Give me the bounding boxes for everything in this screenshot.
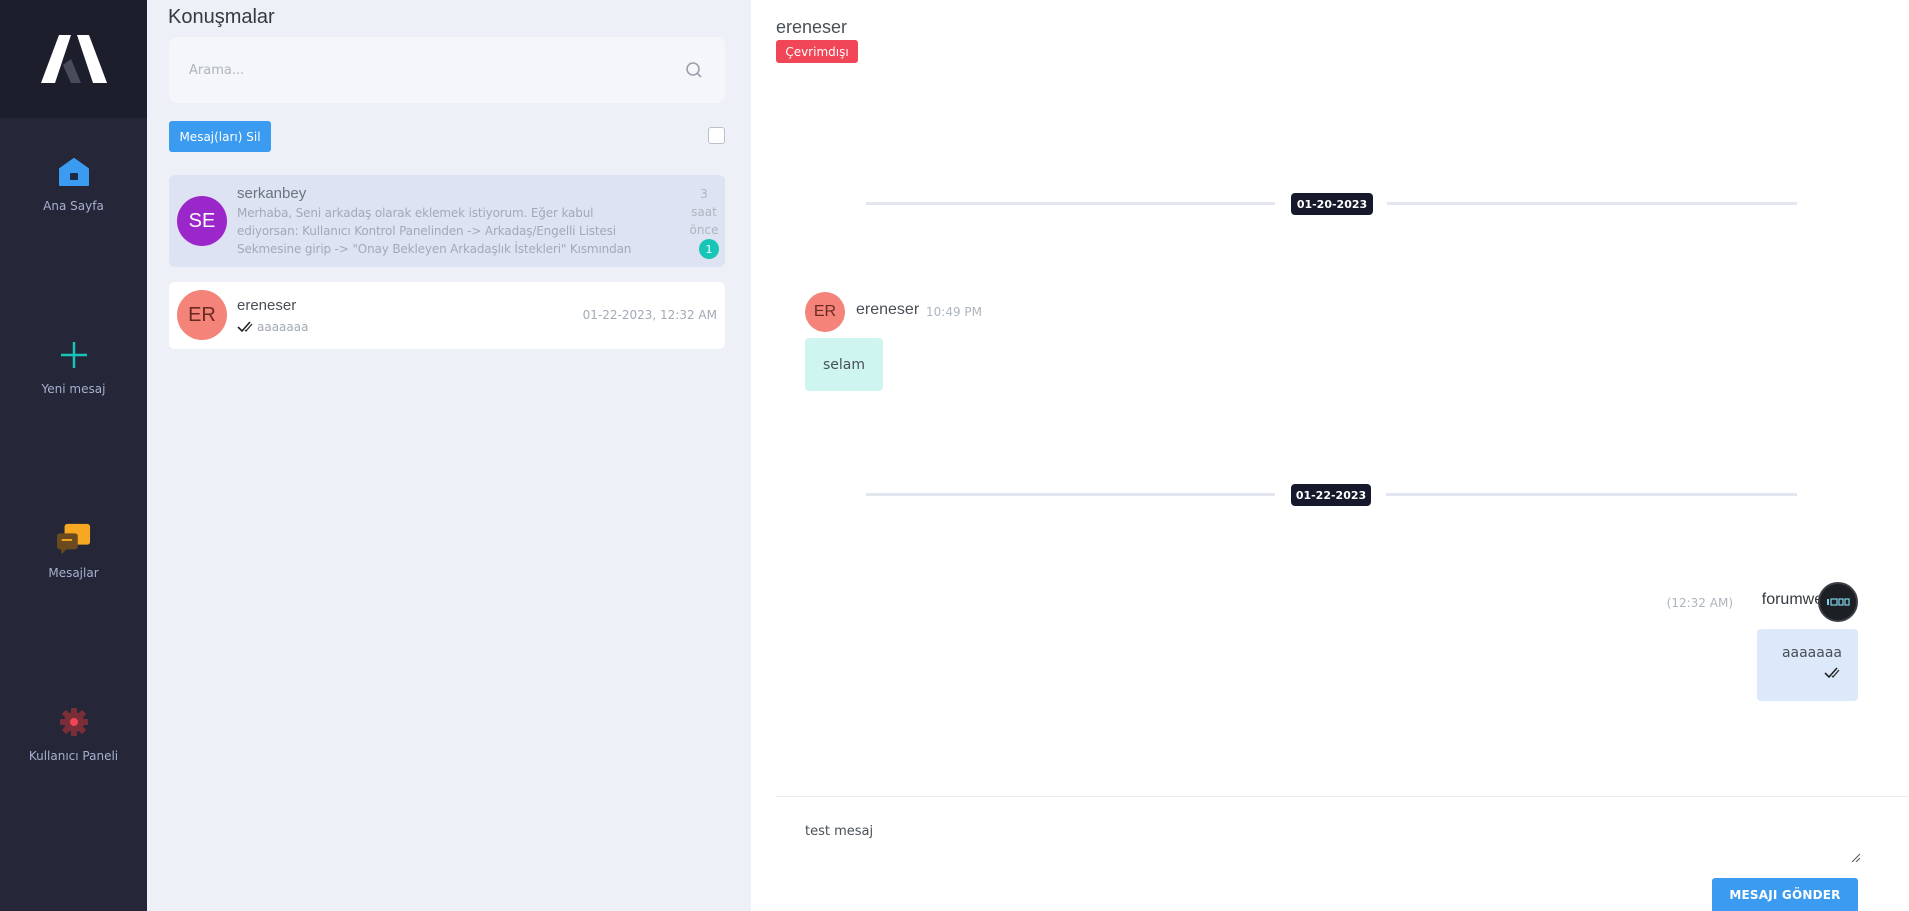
conversation-last-message: aaaaaaa <box>237 320 308 334</box>
gear-icon <box>57 705 91 739</box>
conversation-username: ereneser <box>237 297 297 314</box>
message-bubble-outgoing: aaaaaaa <box>1757 629 1858 701</box>
sidebar-nav: Ana Sayfa Yeni mesaj Mesajlar Kullanıcı … <box>0 0 147 911</box>
message-text: aaaaaaa <box>1781 645 1842 661</box>
nav-item-messages[interactable]: Mesajlar <box>0 522 147 580</box>
nav-item-home[interactable]: Ana Sayfa <box>0 155 147 213</box>
nav-item-label: Ana Sayfa <box>43 199 104 213</box>
message-time: 10:49 PM <box>926 305 982 319</box>
conversation-preview: Merhaba, Seni arkadaş olarak eklemek ist… <box>237 206 632 256</box>
resize-grip-icon[interactable] <box>1850 852 1860 862</box>
nav-item-label: Kullanıcı Paneli <box>28 749 119 763</box>
message-time: (12:32 AM) <box>1666 596 1733 610</box>
status-badge: Çevrimdışı <box>776 40 858 63</box>
conversation-list-panel: Konuşmalar Mesaj(ları) Sil SE serkanbey … <box>147 0 751 911</box>
unread-badge: 1 <box>699 239 719 259</box>
select-all-checkbox[interactable] <box>708 127 725 144</box>
logo-icon <box>40 35 107 83</box>
conversation-date: 01-22-2023, 12:32 AM <box>582 308 717 322</box>
home-icon <box>57 155 91 189</box>
plus-icon <box>57 338 91 372</box>
nav-item-label: Mesajlar <box>48 566 99 580</box>
date-divider-line <box>866 202 1275 205</box>
delete-messages-button[interactable]: Mesaj(ları) Sil <box>169 121 271 152</box>
date-divider-line <box>1386 493 1797 496</box>
date-divider: 01-22-2023 <box>1291 484 1371 506</box>
conversation-time: 3 saat önce <box>689 187 719 237</box>
conversations-title: Konuşmalar <box>168 6 275 28</box>
message-input[interactable]: test mesaj <box>791 810 1860 866</box>
conversation-username: serkanbey <box>237 185 307 202</box>
double-check-icon <box>237 321 253 333</box>
message-bubble-incoming: selam <box>805 338 883 391</box>
date-divider: 01-20-2023 <box>1291 193 1373 215</box>
conversation-item[interactable]: SE serkanbey Merhaba, Seni arkadaş olara… <box>169 175 725 267</box>
avatar: ER <box>805 292 845 332</box>
forumweb-logo-icon <box>1825 597 1851 607</box>
double-check-icon <box>1824 667 1840 679</box>
avatar: ER <box>177 290 227 340</box>
send-message-button[interactable]: MESAJI GÖNDER <box>1712 878 1858 911</box>
avatar <box>1818 582 1858 622</box>
message-sender: ereneser <box>856 301 920 318</box>
chat-bubbles-icon <box>56 522 91 556</box>
date-divider-line <box>866 493 1275 496</box>
chat-panel: ereneser Çevrimdışı 01-20-2023 ER erenes… <box>751 0 1909 911</box>
nav-item-label: Yeni mesaj <box>41 382 106 396</box>
search-icon[interactable] <box>685 61 703 79</box>
conversation-item[interactable]: ER ereneser aaaaaaa 01-22-2023, 12:32 AM <box>169 282 725 349</box>
search-box <box>169 37 725 103</box>
chat-username: ereneser <box>776 17 848 37</box>
nav-item-new-message[interactable]: Yeni mesaj <box>0 338 147 396</box>
app-logo[interactable] <box>0 0 147 118</box>
nav-item-user-panel[interactable]: Kullanıcı Paneli <box>0 705 147 763</box>
avatar: SE <box>177 196 227 246</box>
date-divider-line <box>1387 202 1797 205</box>
search-input[interactable] <box>169 37 725 103</box>
compose-separator <box>776 796 1909 797</box>
